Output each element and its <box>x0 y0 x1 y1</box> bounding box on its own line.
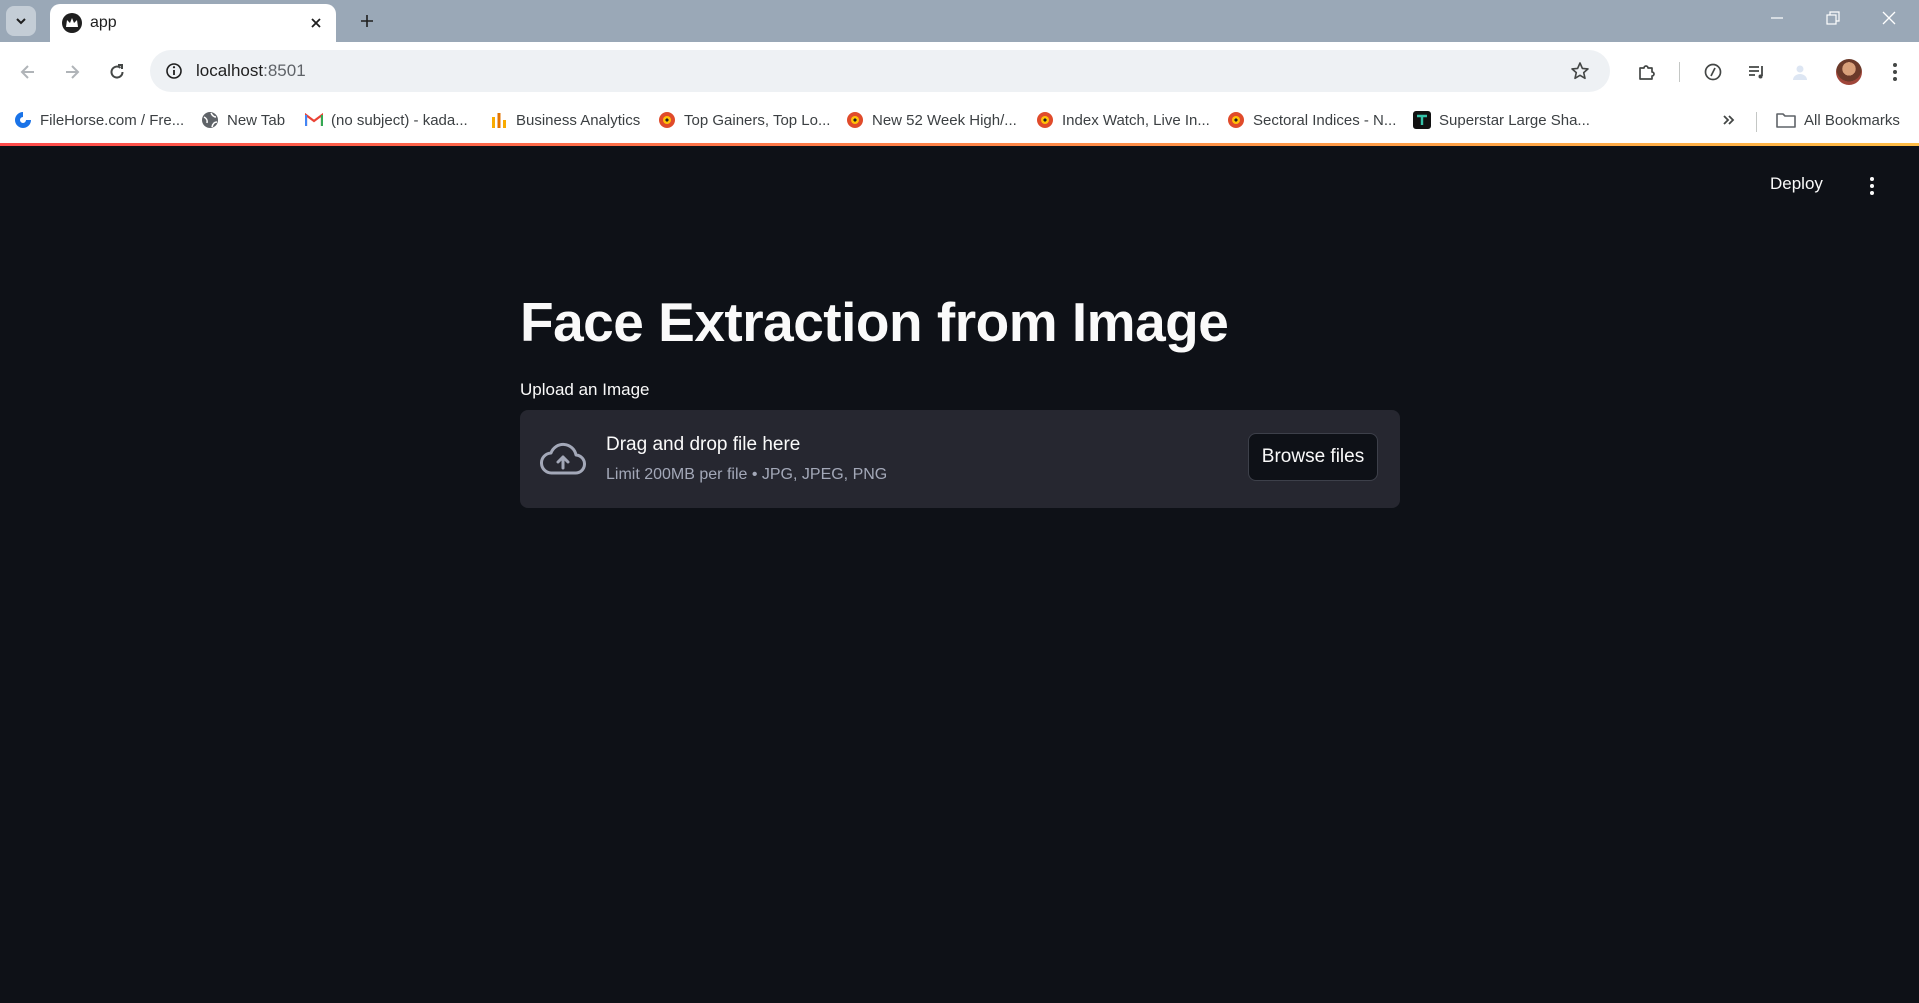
bookmark-label: Superstar Large Sha... <box>1439 111 1590 129</box>
bookmark-index-watch[interactable]: Index Watch, Live In... <box>1036 102 1210 138</box>
restore-icon <box>1826 11 1840 25</box>
bookmark-52-week-high[interactable]: New 52 Week High/... <box>846 102 1017 138</box>
url-text: localhost:8501 <box>196 61 306 81</box>
bookmark-label: New 52 Week High/... <box>872 111 1017 129</box>
bookmark-label: Top Gainers, Top Lo... <box>684 111 831 129</box>
profile-avatar[interactable] <box>1836 59 1862 85</box>
trendlyne-icon <box>1413 111 1431 129</box>
bookmarks-separator <box>1756 112 1757 132</box>
url-port: :8501 <box>263 61 306 80</box>
minimize-icon <box>1771 17 1783 19</box>
bookmark-top-gainers[interactable]: Top Gainers, Top Lo... <box>658 102 830 138</box>
back-button[interactable] <box>12 56 44 88</box>
url-host: localhost <box>196 61 264 80</box>
all-bookmarks-label: All Bookmarks <box>1804 111 1900 129</box>
page-title: Face Extraction from Image <box>520 291 1229 353</box>
performance-button[interactable] <box>1697 56 1729 88</box>
deploy-button[interactable]: Deploy <box>1770 174 1823 198</box>
toolbar-separator <box>1679 62 1680 82</box>
file-dropzone[interactable]: Drag and drop file here Limit 200MB per … <box>520 410 1400 508</box>
close-icon <box>1882 11 1896 25</box>
tab-close-button[interactable] <box>306 13 326 33</box>
main-menu-button[interactable] <box>1860 168 1884 204</box>
close-icon <box>311 18 321 28</box>
dropzone-file-limits: Limit 200MB per file • JPG, JPEG, PNG <box>606 466 888 483</box>
globe-icon <box>201 111 219 129</box>
bookmark-business-analytics[interactable]: Business Analytics <box>490 102 640 138</box>
all-bookmarks-button[interactable]: All Bookmarks <box>1776 102 1900 138</box>
more-vertical-icon <box>1870 177 1874 195</box>
tab-title: app <box>90 14 117 31</box>
chevron-double-right-icon <box>1723 115 1735 125</box>
bookmark-label: (no subject) - kada... <box>331 111 468 129</box>
star-icon <box>1571 62 1589 80</box>
close-window-button[interactable] <box>1861 0 1917 36</box>
analytics-icon <box>490 111 508 129</box>
profile-shortcut-button[interactable] <box>1784 56 1816 88</box>
bookmark-label: Index Watch, Live In... <box>1062 111 1210 129</box>
streamlit-favicon-icon <box>62 13 82 33</box>
bookmark-new-tab[interactable]: New Tab <box>201 102 285 138</box>
forward-button[interactable] <box>56 56 88 88</box>
moneycontrol-icon <box>1036 111 1054 129</box>
moneycontrol-icon <box>846 111 864 129</box>
bookmark-star-button[interactable] <box>1564 55 1596 87</box>
tab-search-button[interactable] <box>6 6 36 36</box>
browse-files-button[interactable]: Browse files <box>1248 433 1378 481</box>
bookmark-sectoral-indices[interactable]: Sectoral Indices - N... <box>1227 102 1396 138</box>
app-main: Deploy Face Extraction from Image Upload… <box>0 146 1919 1003</box>
bookmark-label: Sectoral Indices - N... <box>1253 111 1397 129</box>
browser-title-bar: app <box>0 0 1919 42</box>
arrow-left-icon <box>20 65 34 79</box>
bookmark-gmail[interactable]: (no subject) - kada... <box>305 102 468 138</box>
browser-toolbar: localhost:8501 <box>0 42 1919 102</box>
filehorse-icon <box>14 111 32 129</box>
speedometer-icon <box>1704 63 1722 81</box>
dropzone-instruction: Drag and drop file here <box>606 434 801 455</box>
moneycontrol-icon <box>658 111 676 129</box>
moneycontrol-icon <box>1227 111 1245 129</box>
plus-icon <box>361 15 373 27</box>
puzzle-icon <box>1639 65 1655 80</box>
browser-tab[interactable]: app <box>50 4 336 42</box>
bookmark-label: Business Analytics <box>516 111 641 129</box>
reload-icon <box>110 64 124 79</box>
cloud-upload-icon <box>540 439 586 479</box>
more-vertical-icon <box>1893 63 1897 81</box>
media-control-button[interactable] <box>1741 56 1773 88</box>
browser-menu-button[interactable] <box>1879 56 1911 88</box>
restore-window-button[interactable] <box>1805 0 1861 36</box>
address-bar[interactable]: localhost:8501 <box>150 50 1610 92</box>
more-bookmarks-button[interactable] <box>1716 106 1742 134</box>
gmail-icon <box>305 111 323 129</box>
person-icon <box>1793 65 1807 80</box>
extensions-button[interactable] <box>1631 56 1663 88</box>
reload-button[interactable] <box>101 56 133 88</box>
file-uploader-label: Upload an Image <box>520 380 650 399</box>
bookmark-label: New Tab <box>227 111 286 129</box>
bookmark-filehorse[interactable]: FileHorse.com / Fre... <box>14 102 184 138</box>
folder-icon <box>1776 113 1796 128</box>
bookmark-label: FileHorse.com / Fre... <box>40 111 185 129</box>
chevron-down-icon <box>16 18 26 25</box>
minimize-window-button[interactable] <box>1749 0 1805 36</box>
info-icon <box>166 63 182 79</box>
bookmark-superstar[interactable]: Superstar Large Sha... <box>1413 102 1590 138</box>
new-tab-button[interactable] <box>352 6 382 36</box>
bookmarks-bar: FileHorse.com / Fre... New Tab (no subje… <box>0 102 1919 143</box>
arrow-right-icon <box>66 65 80 79</box>
playlist-icon <box>1749 66 1763 79</box>
site-info-button[interactable] <box>158 55 190 87</box>
